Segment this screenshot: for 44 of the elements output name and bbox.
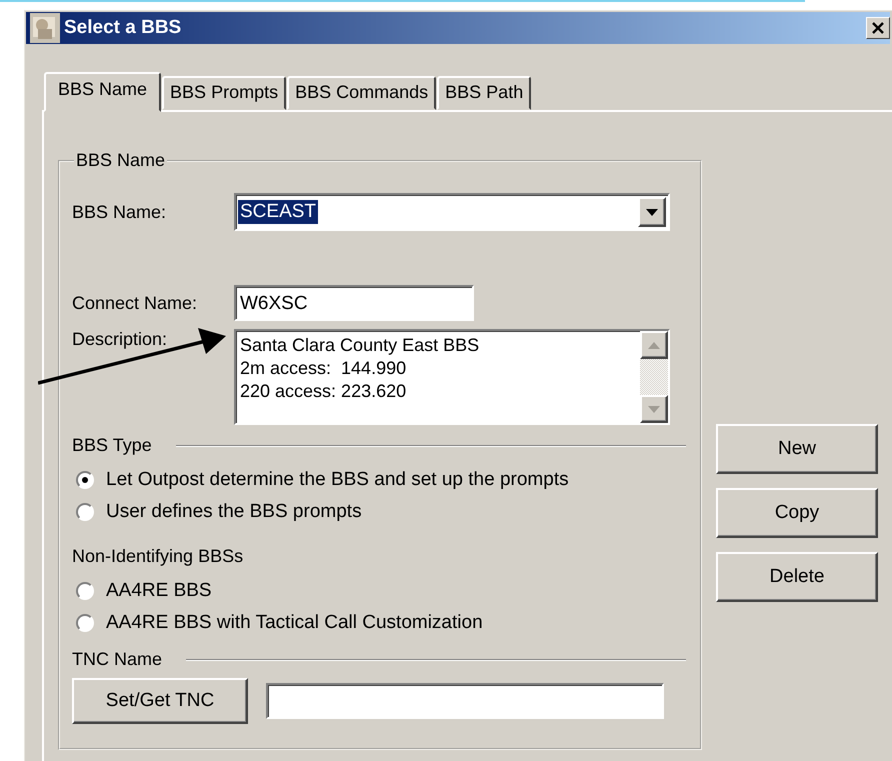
tab[interactable]: BBS Prompts bbox=[162, 76, 286, 110]
scroll-up-button[interactable] bbox=[640, 331, 668, 359]
radio-button[interactable] bbox=[76, 614, 94, 632]
section-label: Non-Identifying BBSs bbox=[72, 546, 244, 567]
app-icon bbox=[30, 13, 60, 43]
section-label: TNC Name bbox=[72, 649, 162, 670]
action-button[interactable]: Delete bbox=[716, 552, 878, 602]
description-field[interactable]: Santa Clara County East BBS 2m access: 144.990 220 access: 223.620 bbox=[234, 329, 670, 425]
bbs-name-dropdown[interactable]: SCEAST bbox=[234, 193, 670, 231]
radio-button[interactable] bbox=[76, 582, 94, 600]
dropdown-value: SCEAST bbox=[238, 200, 318, 224]
radio-label: User defines the BBS prompts bbox=[106, 501, 362, 523]
radio-button[interactable] bbox=[76, 503, 94, 521]
radio-label: AA4RE BBS bbox=[106, 580, 212, 602]
description-line: Santa Clara County East BBS bbox=[240, 334, 480, 357]
close-icon bbox=[871, 21, 885, 35]
group-title: BBS Name bbox=[75, 150, 166, 171]
radio-button[interactable] bbox=[76, 471, 94, 489]
radio-option[interactable]: Let Outpost determine the BBS and set up the prompts bbox=[72, 464, 686, 496]
description-line: 220 access: 223.620 bbox=[240, 380, 408, 403]
radio-option[interactable]: User defines the BBS prompts bbox=[72, 496, 686, 528]
scrollbar[interactable] bbox=[640, 331, 668, 423]
scroll-down-button[interactable] bbox=[640, 395, 668, 423]
radio-label: AA4RE BBS with Tactical Call Customization bbox=[106, 612, 483, 634]
window-title: Select a BBS bbox=[64, 17, 182, 39]
tab[interactable]: BBS Path bbox=[437, 76, 532, 110]
action-button[interactable]: Copy bbox=[716, 488, 878, 538]
close-button[interactable] bbox=[866, 17, 890, 39]
connect-name-field[interactable]: W6XSC bbox=[234, 285, 474, 321]
tab[interactable]: BBS Name bbox=[44, 72, 162, 112]
down-arrow-icon bbox=[648, 406, 660, 412]
description-line: 2m access: 144.990 bbox=[240, 357, 408, 380]
tab[interactable]: BBS Commands bbox=[287, 76, 436, 110]
field-label: Connect Name: bbox=[72, 292, 198, 314]
radio-option[interactable]: AA4RE BBS bbox=[72, 575, 686, 607]
action-button[interactable]: New bbox=[716, 424, 878, 474]
field-label: BBS Name: bbox=[72, 202, 168, 222]
tnc-name-field[interactable] bbox=[266, 683, 664, 719]
radio-label: Let Outpost determine the BBS and set up the prompts bbox=[106, 469, 569, 491]
field-label: Description: bbox=[72, 329, 168, 350]
up-arrow-icon bbox=[648, 342, 660, 348]
set-get-tnc-button[interactable]: Set/Get TNC bbox=[72, 678, 248, 724]
section-label: BBS Type bbox=[72, 435, 152, 456]
radio-option[interactable]: AA4RE BBS with Tactical Call Customization bbox=[72, 607, 686, 639]
